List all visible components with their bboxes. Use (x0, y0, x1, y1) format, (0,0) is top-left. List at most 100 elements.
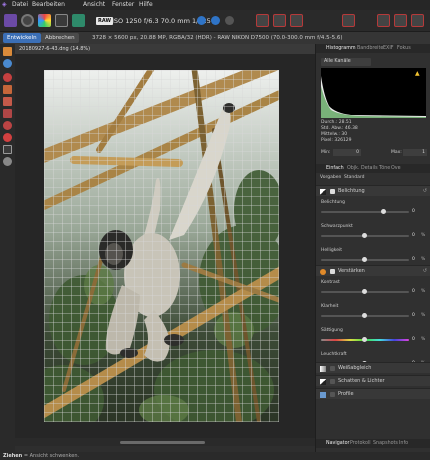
slider-value[interactable]: 0 (412, 289, 415, 295)
slider-track[interactable] (321, 337, 409, 342)
overlay-gradient-tool-icon[interactable] (3, 121, 12, 130)
slider-track[interactable] (321, 257, 409, 262)
tab-history[interactable]: Protokoll (350, 439, 371, 448)
reset-enhance-icon[interactable]: ↺ (423, 266, 427, 277)
profiles-checkbox[interactable] (330, 392, 335, 397)
color-picker-icon[interactable] (3, 157, 12, 166)
presets-select[interactable]: Standard (344, 175, 364, 181)
zoom-tool-icon[interactable] (3, 59, 12, 68)
view-mode-icon[interactable] (256, 14, 269, 27)
menu-view[interactable]: Ansicht (83, 0, 105, 10)
develop-button[interactable]: Entwickeln (3, 33, 41, 43)
affinity-photo-window: ◈ Datei Bearbeiten Ansicht Fenster Hilfe… (0, 0, 430, 460)
slider-label: Kontrast (321, 280, 340, 285)
white-balance-icon (320, 366, 326, 372)
slider-value[interactable]: 0 (412, 209, 415, 215)
section-enhance[interactable]: Verstärken ↺ (316, 265, 430, 276)
min-field[interactable]: 0 (333, 149, 361, 156)
scrollbar-thumb[interactable] (120, 441, 205, 444)
slider-value[interactable]: 0 (412, 257, 415, 263)
menu-window[interactable]: Fenster (112, 0, 134, 10)
develop-persona-icon[interactable] (38, 14, 51, 27)
slider-knob[interactable] (362, 289, 367, 294)
menu-edit[interactable]: Bearbeiten (32, 0, 65, 10)
slider-track[interactable] (321, 233, 409, 238)
overlay-erase-tool-icon[interactable] (3, 109, 12, 118)
slider-label: Klarheit (321, 304, 339, 309)
tab-details[interactable]: Details (361, 164, 378, 173)
slider-knob[interactable] (362, 337, 367, 342)
assistant-icon[interactable] (394, 14, 407, 27)
enhance-checkbox[interactable] (330, 269, 335, 274)
white-balance-picker-icon[interactable] (342, 14, 355, 27)
exposure-checkbox[interactable] (330, 189, 335, 194)
tab-overlays[interactable]: Ove (391, 164, 401, 173)
tab-histogram[interactable]: Histogramm (326, 44, 356, 53)
max-field[interactable]: 1 (403, 149, 427, 156)
tone-mapping-persona-icon[interactable] (55, 14, 68, 27)
slider-track[interactable] (321, 209, 409, 214)
photo-image (44, 70, 279, 422)
export-persona-icon[interactable] (72, 14, 85, 27)
max-label: Max: (391, 150, 402, 155)
section-exposure[interactable]: Belichtung ↺ (316, 185, 430, 196)
presets-label: Vorgaben (320, 175, 342, 180)
mirror-view-icon[interactable] (290, 14, 303, 27)
enhance-icon (320, 269, 326, 275)
menu-file[interactable]: Datei (12, 0, 28, 10)
section-white-balance[interactable]: Weißabgleich (316, 362, 430, 373)
slider-value[interactable]: 0 (412, 313, 415, 319)
slider-unit: % (421, 233, 426, 238)
clipping-highlights-icon[interactable] (225, 16, 234, 25)
document-tab[interactable]: 20180927-6-43.dng (14.8%) (15, 44, 315, 54)
slider-value[interactable]: 0 (412, 233, 415, 239)
tab-lens[interactable]: Objk. (347, 164, 359, 173)
overlay-icon[interactable] (377, 14, 390, 27)
raw-badge: RAW (96, 17, 114, 25)
cancel-button[interactable]: Abbrechen (41, 33, 79, 43)
slider-label: Helligkeit (321, 248, 342, 253)
status-bar: Ziehen = Ansicht schwenken. (0, 452, 430, 460)
slider-value[interactable]: 0 (412, 337, 415, 343)
settings-icon[interactable] (411, 14, 424, 27)
white-balance-checkbox[interactable] (330, 366, 335, 371)
crop-tool-icon[interactable] (3, 145, 12, 154)
profiles-icon (320, 392, 326, 398)
liquify-persona-icon[interactable] (21, 14, 34, 27)
slider-knob[interactable] (381, 209, 386, 214)
app-logo-icon: ◈ (2, 1, 7, 8)
section-shadows-highlights[interactable]: Schatten & Lichter (316, 375, 430, 386)
slider-knob[interactable] (362, 257, 367, 262)
menu-help[interactable]: Hilfe (139, 0, 153, 10)
red-eye-tool-icon[interactable] (3, 73, 12, 82)
hand-tool-icon[interactable] (3, 47, 12, 56)
tab-info[interactable]: Info (399, 439, 408, 448)
context-toolbar: Entwickeln Abbrechen 3728 × 5600 px, 20.… (0, 32, 430, 44)
photo-persona-icon[interactable] (4, 14, 17, 27)
white-balance-tool-icon[interactable] (3, 133, 12, 142)
status-hint-action: Ziehen (3, 453, 23, 459)
tab-navigator[interactable]: Navigator (326, 439, 349, 448)
stat-pixels: Pixel: 326129 (321, 138, 352, 143)
shadows-highlights-checkbox[interactable] (330, 379, 335, 384)
section-profiles[interactable]: Profile (316, 388, 430, 399)
tab-tones[interactable]: Töne (379, 164, 390, 173)
tab-bandwidth[interactable]: Bandbreite (357, 44, 383, 53)
tab-snapshots[interactable]: Snapshots (373, 439, 398, 448)
slider-knob[interactable] (362, 233, 367, 238)
overlay-paint-tool-icon[interactable] (3, 97, 12, 106)
status-hint-text: = Ansicht schwenken. (22, 453, 80, 459)
tab-basic[interactable]: Einfach (326, 164, 344, 173)
channel-select[interactable]: Alle Kanäle (321, 58, 371, 66)
tab-focus[interactable]: Fokus (397, 44, 411, 53)
slider-track[interactable] (321, 289, 409, 294)
tab-exif[interactable]: EXIF (383, 44, 394, 53)
reset-exposure-icon[interactable]: ↺ (423, 186, 427, 197)
slider-label: Belichtung (321, 200, 346, 205)
slider-knob[interactable] (362, 313, 367, 318)
clipping-midtones-icon[interactable] (211, 16, 220, 25)
clipping-shadows-icon[interactable] (197, 16, 206, 25)
blemish-tool-icon[interactable] (3, 85, 12, 94)
split-view-icon[interactable] (273, 14, 286, 27)
slider-track[interactable] (321, 313, 409, 318)
